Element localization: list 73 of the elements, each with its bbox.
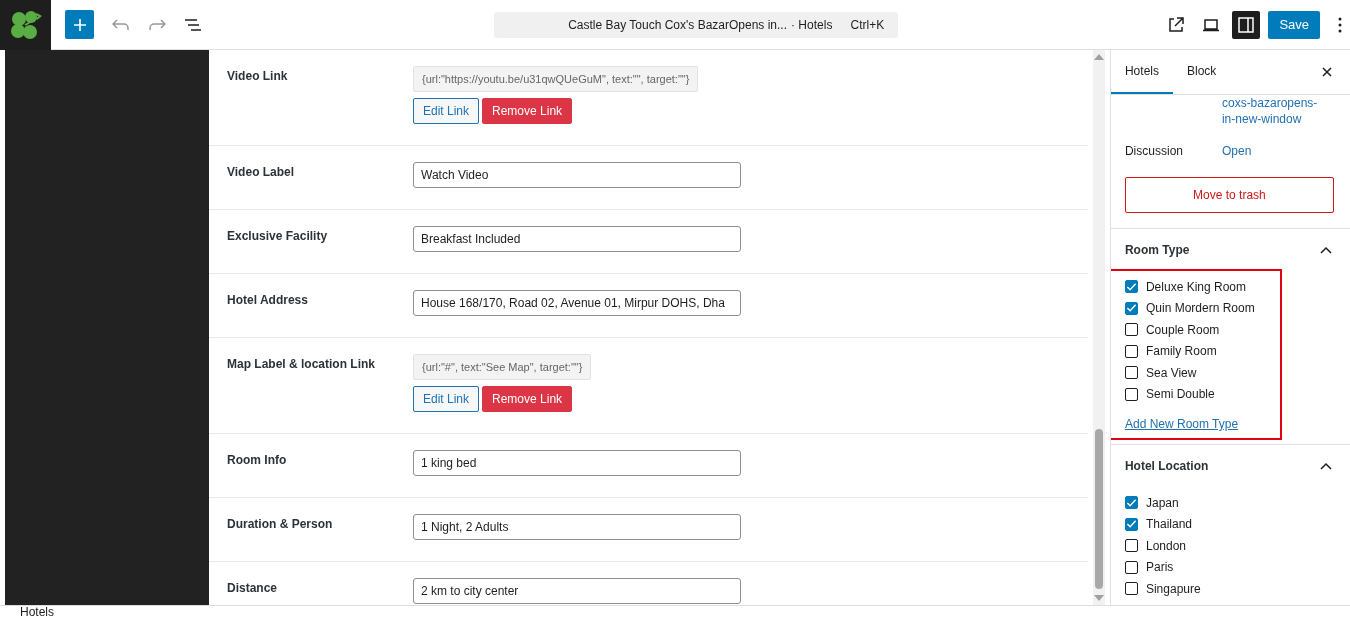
slug-link[interactable]: coxs-bazaropens- in-new-window bbox=[1221, 95, 1336, 127]
text-field[interactable]: House 168/170, Road 02, Avenue 01, Mirpur DOHS, Dha bbox=[413, 290, 741, 316]
edit-link-button[interactable]: Edit Link bbox=[413, 386, 480, 412]
undo-icon[interactable] bbox=[112, 17, 130, 32]
list-view-icon[interactable] bbox=[184, 17, 202, 32]
breadcrumb[interactable]: Hotels bbox=[20, 606, 54, 619]
sidebar-panel-icon bbox=[1238, 16, 1255, 33]
checkbox-label: Deluxe King Room bbox=[1145, 279, 1246, 294]
checkbox-label: Singapure bbox=[1145, 581, 1201, 596]
remove-link-button[interactable]: Remove Link bbox=[482, 386, 573, 412]
field-label: Hotel Address bbox=[227, 292, 309, 309]
checkbox[interactable] bbox=[1124, 496, 1138, 510]
sidebar-tab[interactable]: Hotels bbox=[1110, 50, 1173, 94]
laptop-preview-icon[interactable] bbox=[1202, 17, 1221, 32]
panel-title[interactable]: Room Type bbox=[1124, 243, 1190, 257]
field-label: Room Info bbox=[227, 452, 288, 469]
panel-title[interactable]: Hotel Location bbox=[1124, 459, 1209, 473]
remove-link-button[interactable]: Remove Link bbox=[482, 98, 573, 124]
checkbox[interactable] bbox=[1124, 344, 1138, 358]
text-field[interactable]: 1 king bed bbox=[413, 450, 741, 476]
command-bar[interactable]: Castle Bay Touch Cox's BazarOpens in... · Hotels Ctrl+K bbox=[494, 11, 899, 38]
checkbox-label: Paris bbox=[1145, 560, 1174, 575]
chevron-up-icon[interactable] bbox=[1320, 246, 1332, 254]
checkbox-label: Japan bbox=[1145, 495, 1179, 510]
more-options-icon[interactable] bbox=[1338, 16, 1342, 33]
text-field[interactable]: 2 km to city center bbox=[413, 578, 741, 604]
chevron-up-icon[interactable] bbox=[1320, 462, 1332, 470]
scrollbar-thumb[interactable] bbox=[1094, 429, 1103, 589]
redo-icon[interactable] bbox=[148, 17, 166, 32]
checkbox[interactable] bbox=[1124, 560, 1138, 574]
save-button[interactable]: Save bbox=[1268, 10, 1320, 39]
document-title: Castle Bay Touch Cox's BazarOpens in... bbox=[568, 17, 788, 32]
checkbox-label: Quin Mordern Room bbox=[1145, 301, 1255, 316]
scrollbar-track[interactable] bbox=[1093, 50, 1105, 605]
checkbox[interactable] bbox=[1124, 301, 1138, 315]
field-label: Map Label & location Link bbox=[227, 356, 376, 373]
move-to-trash-button[interactable]: Move to trash bbox=[1124, 177, 1334, 213]
site-logo[interactable] bbox=[0, 0, 51, 50]
field-label: Video Link bbox=[227, 68, 289, 85]
discussion-value-link[interactable]: Open bbox=[1221, 143, 1336, 159]
add-new-term-link[interactable]: Add New Room Type bbox=[1124, 417, 1239, 431]
link-value-field: {url:"https://youtu.be/u31qwQUeGuM", text:"", target:""} bbox=[413, 66, 699, 92]
post-type-label: · Hotels bbox=[791, 17, 833, 32]
sidebar-tab[interactable]: Block bbox=[1172, 50, 1231, 94]
checkbox[interactable] bbox=[1124, 280, 1138, 294]
settings-sidebar-toggle[interactable] bbox=[1232, 10, 1261, 39]
checkbox-label: Couple Room bbox=[1145, 322, 1220, 337]
plus-icon bbox=[72, 17, 87, 32]
field-label: Video Label bbox=[227, 164, 296, 181]
external-link-icon[interactable] bbox=[1168, 16, 1185, 33]
text-field[interactable]: Breakfast Included bbox=[413, 226, 741, 252]
discussion-label: Discussion bbox=[1124, 143, 1184, 159]
checkbox[interactable] bbox=[1124, 366, 1138, 380]
field-label: Distance bbox=[227, 580, 279, 597]
checkbox[interactable] bbox=[1124, 387, 1138, 401]
field-label: Exclusive Facility bbox=[227, 228, 329, 245]
checkbox-label: Family Room bbox=[1145, 344, 1217, 359]
link-value-field: {url:"#", text:"See Map", target:""} bbox=[413, 354, 592, 380]
checkbox-label: Semi Double bbox=[1145, 387, 1215, 402]
checkbox[interactable] bbox=[1124, 517, 1138, 531]
checkbox[interactable] bbox=[1124, 539, 1138, 553]
edit-link-button[interactable]: Edit Link bbox=[413, 98, 480, 124]
shortcut-hint: Ctrl+K bbox=[850, 17, 885, 32]
text-field[interactable]: 1 Night, 2 Adults bbox=[413, 514, 741, 540]
checkbox[interactable] bbox=[1124, 323, 1138, 337]
checkbox-label: London bbox=[1145, 538, 1186, 553]
field-label: Duration & Person bbox=[227, 516, 334, 533]
checkbox[interactable] bbox=[1124, 582, 1138, 596]
close-icon[interactable] bbox=[1322, 67, 1332, 77]
text-field[interactable]: Watch Video bbox=[413, 162, 741, 188]
checkbox-label: Thailand bbox=[1145, 517, 1192, 532]
add-block-button[interactable] bbox=[65, 10, 94, 39]
checkbox-label: Sea View bbox=[1145, 365, 1197, 380]
